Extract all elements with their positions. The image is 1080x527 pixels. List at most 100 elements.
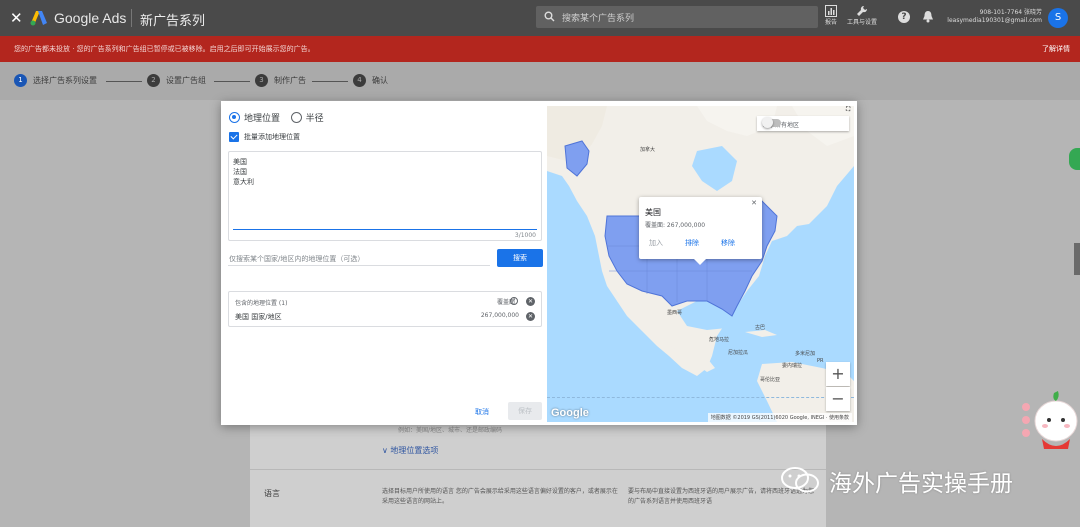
- popup-remove-button[interactable]: 移除: [721, 238, 735, 248]
- map-attribution[interactable]: 地图数据 ©2019 GS(2011)6020 Google, INEGI · …: [707, 413, 852, 422]
- account-id: 908-101-7764 张晓芳: [979, 9, 1042, 16]
- popup-add-button[interactable]: 加入: [649, 238, 663, 248]
- remove-location-icon[interactable]: ✕: [526, 312, 535, 321]
- step-campaign-settings[interactable]: 1 选择广告系列设置: [14, 74, 97, 88]
- wrench-icon: [857, 5, 868, 16]
- map-boundary-line: [547, 397, 854, 398]
- learn-more-link[interactable]: 了解详情: [1042, 44, 1070, 54]
- included-location-reach: 267,000,000: [480, 312, 519, 319]
- settings-card-background: 例如：美国/地区、城市、还是邮政编码 ∨ 地理位置选项 语言 选择目标用户所使用…: [250, 425, 826, 527]
- brand-name: Google Ads: [54, 10, 127, 26]
- step-confirm[interactable]: 4 确认: [353, 74, 388, 88]
- account-email: leasymedia190301@gmail.com: [947, 17, 1042, 24]
- search-placeholder: 搜索某个广告系列: [562, 14, 635, 24]
- step-ad-group[interactable]: 2 设置广告组: [147, 74, 206, 88]
- included-locations-panel: 包含的地理位置 (1) 覆盖面 ? ✕ 美国 国家/地区 267,000,000…: [228, 291, 542, 327]
- location-map[interactable]: 加拿大 墨西哥 古巴 多米尼加 PR 危地马拉 尼加拉瓜 委内瑞拉 哥伦比亚 显…: [547, 106, 854, 422]
- tools-settings-button[interactable]: 工具与设置: [847, 5, 877, 26]
- map-label-mexico: 墨西哥: [667, 310, 683, 316]
- location-search-input[interactable]: 仅搜索某个国家/地区内的地理位置（可选）: [228, 252, 490, 266]
- reports-icon: [825, 5, 837, 17]
- textarea-focus-line: [233, 229, 537, 230]
- language-title: 语言: [264, 489, 280, 498]
- map-label-cuba: 古巴: [755, 325, 766, 331]
- step-number: 4: [353, 74, 366, 87]
- radio-radius-label: 半径: [305, 114, 324, 124]
- popup-reach: 覆盖面: 267,000,000: [645, 222, 706, 229]
- help-icon[interactable]: ?: [898, 11, 910, 23]
- step-number: 2: [147, 74, 160, 87]
- step-label: 选择广告系列设置: [33, 76, 97, 85]
- zoom-out-button[interactable]: −: [826, 387, 850, 411]
- step-label: 设置广告组: [166, 76, 206, 85]
- card-divider: [250, 469, 826, 470]
- included-header: 包含的地理位置 (1): [235, 300, 288, 307]
- popup-close-icon[interactable]: ✕: [751, 199, 757, 207]
- step-label: 确认: [372, 76, 388, 85]
- location-picker-dialog: 地理位置 半径 批量添加地理位置 美国 法国 意大利 3/1000 仅搜索某个国…: [221, 101, 857, 425]
- top-bar: ✕ Google Ads 新广告系列 搜索某个广告系列 报告 工具与设置 ? 9…: [0, 0, 1080, 36]
- banner-message: 您的广告都未投放 · 您的广告系列和广告组已暂停或已被移除。启用之后即可开始展示…: [14, 45, 315, 53]
- location-mode-radios: 地理位置 半径: [229, 111, 332, 125]
- side-feedback-tab[interactable]: [1069, 148, 1080, 170]
- map-label-nicaragua: 尼加拉瓜: [728, 350, 749, 356]
- side-handle[interactable]: [1074, 243, 1080, 275]
- cancel-button[interactable]: 取消: [475, 407, 489, 417]
- step-number: 3: [255, 74, 268, 87]
- google-map-logo: Google: [551, 407, 589, 419]
- campaign-stepper: 1 选择广告系列设置 2 设置广告组 3 制作广告 4 确认: [0, 62, 1080, 100]
- included-location-row: 美国 国家/地区: [235, 313, 282, 321]
- map-label-dominican: 多米尼加: [795, 351, 816, 357]
- step-number: 1: [14, 74, 27, 87]
- bulk-add-row: 批量添加地理位置: [229, 132, 300, 144]
- textarea-content: 美国 法国 意大利: [233, 158, 254, 186]
- radio-location[interactable]: [229, 112, 240, 123]
- fullscreen-icon[interactable]: ⛶: [846, 106, 850, 114]
- step-connector: [312, 81, 348, 82]
- bulk-add-checkbox[interactable]: [229, 132, 239, 142]
- location-form: 地理位置 半径 批量添加地理位置 美国 法国 意大利 3/1000 仅搜索某个国…: [221, 101, 547, 425]
- mascot-sticker-icon: [1022, 391, 1078, 449]
- close-icon[interactable]: ✕: [10, 9, 23, 27]
- step-create-ad[interactable]: 3 制作广告: [255, 74, 306, 88]
- reports-button[interactable]: 报告: [822, 5, 840, 26]
- map-label-venezuela: 委内瑞拉: [782, 363, 803, 369]
- search-button[interactable]: 搜索: [497, 249, 543, 267]
- step-connector: [106, 81, 142, 82]
- step-connector: [214, 81, 250, 82]
- radio-location-label: 地理位置: [244, 114, 281, 124]
- map-label-guatemala: 危地马拉: [709, 337, 730, 343]
- radio-radius[interactable]: [290, 112, 302, 123]
- title-divider: [131, 9, 132, 27]
- location-options-link[interactable]: ∨ 地理位置选项: [382, 445, 438, 456]
- google-ads-logo-icon: [30, 11, 47, 26]
- search-icon: [544, 11, 555, 22]
- bulk-locations-textarea[interactable]: 美国 法国 意大利 3/1000: [228, 151, 542, 241]
- campaign-search-box[interactable]: 搜索某个广告系列: [536, 6, 818, 28]
- toggle-switch[interactable]: [762, 117, 781, 128]
- account-info[interactable]: 908-101-7764 张晓芳 leasymedia190301@gmail.…: [947, 9, 1042, 25]
- show-all-regions-toggle[interactable]: 显示所有地区: [757, 116, 849, 131]
- watermark-text: 海外广告实操手册: [829, 471, 1013, 497]
- map-label-colombia: 哥伦比亚: [760, 377, 781, 383]
- map-label-canada: 加拿大: [640, 147, 656, 153]
- notification-bell-icon[interactable]: [922, 10, 934, 23]
- char-counter: 3/1000: [514, 232, 536, 239]
- clear-all-icon[interactable]: ✕: [526, 297, 535, 306]
- avatar[interactable]: S: [1048, 8, 1068, 28]
- language-description: 选择目标用户所使用的语言 您的广告会展示给采用这些语言偏好设置的客户，或者展示在…: [382, 488, 618, 505]
- campaign-status-banner: 您的广告都未投放 · 您的广告系列和广告组已暂停或已被移除。启用之后即可开始展示…: [0, 36, 1080, 62]
- page-title: 新广告系列: [140, 14, 206, 29]
- tools-label: 工具与设置: [847, 19, 878, 26]
- wechat-icon: [781, 467, 819, 493]
- popup-exclude-button[interactable]: 排除: [685, 238, 699, 248]
- save-button[interactable]: 保存: [508, 402, 542, 420]
- step-label: 制作广告: [274, 76, 306, 85]
- reports-label: 报告: [824, 19, 837, 26]
- popup-country: 美国: [645, 208, 661, 217]
- help-circle-icon[interactable]: ?: [510, 297, 518, 305]
- bulk-add-label: 批量添加地理位置: [244, 133, 300, 141]
- zoom-in-button[interactable]: +: [826, 362, 850, 386]
- country-info-popup: ✕ 美国 覆盖面: 267,000,000 加入 排除 移除: [639, 197, 762, 265]
- location-hint: 例如：美国/地区、城市、还是邮政编码: [398, 427, 503, 434]
